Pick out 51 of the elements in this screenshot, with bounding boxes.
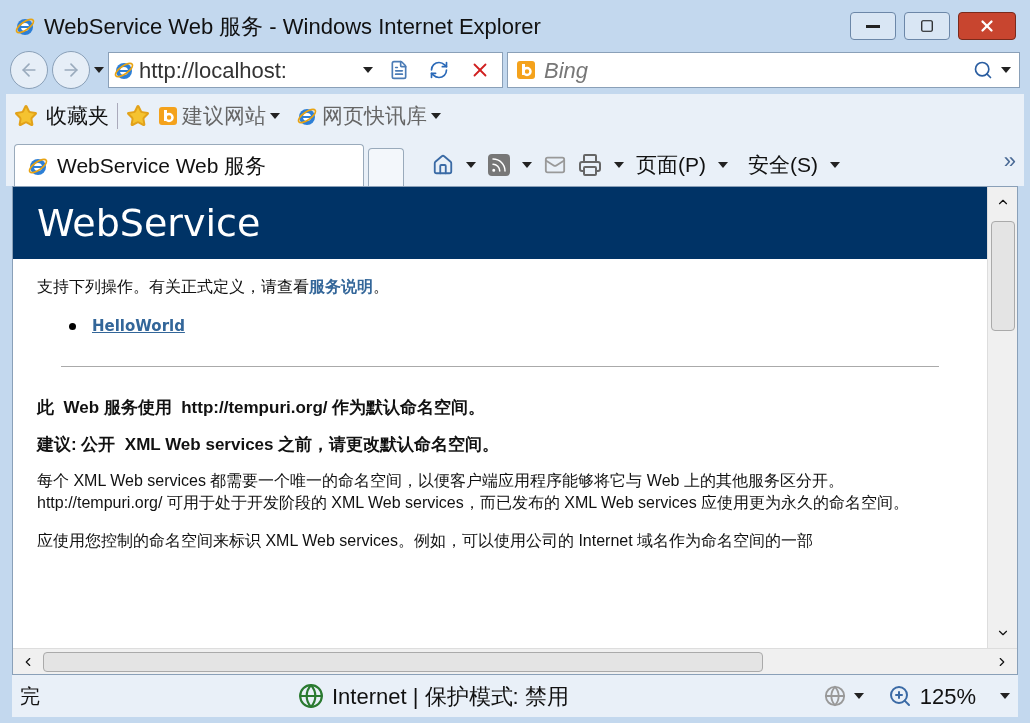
zone-text: Internet | 保护模式: 禁用 [332, 682, 570, 711]
refresh-icon[interactable] [429, 60, 449, 80]
favorites-link[interactable]: 建议网站 [182, 100, 266, 132]
caret-icon[interactable] [363, 67, 373, 73]
close-button[interactable] [958, 12, 1016, 40]
zoom-level[interactable]: 125% [919, 679, 976, 713]
address-bar[interactable]: http://localhost: [108, 52, 503, 88]
more-commands-button[interactable]: » [1003, 144, 1016, 177]
caret-icon[interactable] [94, 67, 104, 73]
caret-icon[interactable] [1000, 693, 1010, 699]
intro-text: 支持下列操作。有关正式定义，请查看服务说明。 [37, 277, 390, 297]
scroll-thumb[interactable] [43, 651, 763, 672]
feed-icon[interactable] [488, 154, 510, 176]
close-icon [978, 17, 996, 35]
page-heading: WebService [37, 199, 261, 247]
operation-link[interactable]: HelloWorld [92, 315, 185, 338]
horizontal-scrollbar[interactable] [13, 648, 1017, 674]
minimize-icon [866, 24, 880, 28]
bing-icon [158, 106, 178, 126]
window-title: WebService Web 服务 - Windows Internet Explorer [44, 12, 542, 41]
safety-menu[interactable]: 安全(S) [748, 149, 818, 181]
minimize-button[interactable] [850, 12, 896, 40]
scroll-thumb[interactable] [990, 221, 1015, 331]
home-icon[interactable] [432, 154, 454, 176]
caret-icon[interactable] [614, 162, 624, 168]
bullet-icon [69, 322, 76, 330]
maximize-button[interactable] [904, 12, 950, 40]
vertical-scrollbar[interactable] [987, 187, 1017, 648]
maximize-icon [920, 19, 934, 33]
favorites-button[interactable]: 收藏夹 [46, 100, 109, 132]
page-menu[interactable]: 页面(P) [636, 149, 706, 181]
status-text: 完 [20, 684, 41, 709]
zoom-icon[interactable] [887, 684, 912, 708]
paragraph-text: 应使用您控制的命名空间来标识 XML Web services。例如，可以使用公司的 Internet 域名作为命名空间的一部 [37, 530, 815, 551]
favorites-link[interactable]: 网页快讯库 [322, 100, 427, 132]
caret-icon[interactable] [270, 113, 280, 119]
caret-icon[interactable] [431, 113, 441, 119]
star-icon [14, 104, 38, 128]
caret-icon[interactable] [522, 162, 532, 168]
paragraph-text: 每个 XML Web services 都需要一个唯一的命名空间，以便客户端应用程序能够将它与 Web 上的其他服务区分开。http://tempuri.org/ 可用于处于开发阶段的 XML Web services，而已发布的 XML Web services 应使用更为永久的命名空间。 [37, 470, 911, 513]
caret-icon[interactable] [830, 162, 840, 168]
notice-text: 此 Web 服务使用 http://tempuri.org/ 作为默认命名空间。 [37, 396, 487, 419]
caret-icon[interactable] [853, 693, 864, 699]
caret-icon[interactable] [466, 162, 476, 168]
caret-icon[interactable] [718, 162, 728, 168]
globe-icon [298, 683, 324, 709]
browser-tab[interactable]: WebService Web 服务 [14, 144, 364, 186]
address-text: http://localhost: [139, 56, 288, 85]
print-icon[interactable] [578, 153, 602, 177]
service-description-link[interactable]: 服务说明 [309, 278, 373, 295]
notice-text: 建议: 公开 XML Web services 之前，请更改默认命名空间。 [37, 434, 501, 456]
